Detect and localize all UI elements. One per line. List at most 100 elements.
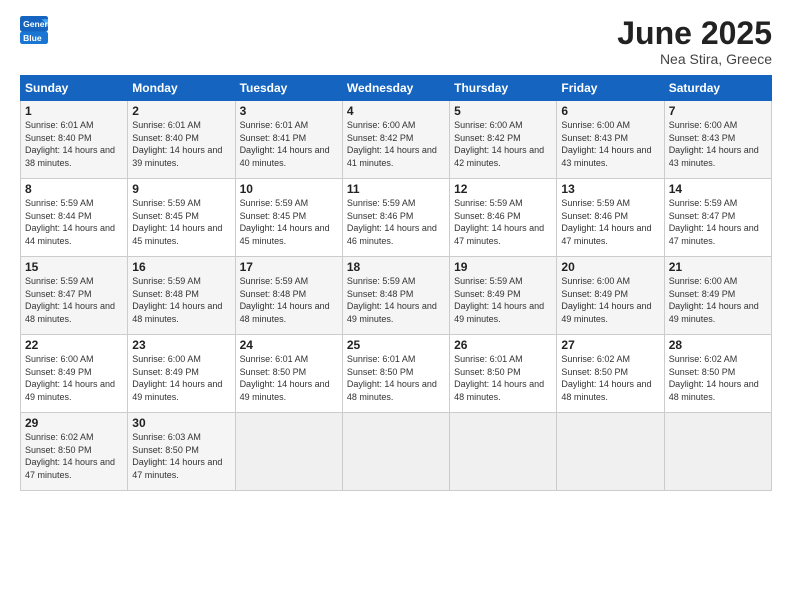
- subtitle: Nea Stira, Greece: [617, 51, 772, 67]
- table-row: [235, 413, 342, 491]
- day-info: Sunrise: 6:00 AMSunset: 8:49 PMDaylight:…: [669, 276, 759, 324]
- table-row: 2 Sunrise: 6:01 AMSunset: 8:40 PMDaylight…: [128, 101, 235, 179]
- table-row: 18 Sunrise: 5:59 AMSunset: 8:48 PMDayligh…: [342, 257, 449, 335]
- day-number: 12: [454, 182, 552, 196]
- table-row: 25 Sunrise: 6:01 AMSunset: 8:50 PMDayligh…: [342, 335, 449, 413]
- calendar-row: 1 Sunrise: 6:01 AMSunset: 8:40 PMDaylight…: [21, 101, 772, 179]
- table-row: [450, 413, 557, 491]
- day-info: Sunrise: 6:02 AMSunset: 8:50 PMDaylight:…: [561, 354, 651, 402]
- day-info: Sunrise: 6:03 AMSunset: 8:50 PMDaylight:…: [132, 432, 222, 480]
- table-row: [557, 413, 664, 491]
- table-row: 21 Sunrise: 6:00 AMSunset: 8:49 PMDayligh…: [664, 257, 771, 335]
- day-info: Sunrise: 6:00 AMSunset: 8:43 PMDaylight:…: [561, 120, 651, 168]
- day-info: Sunrise: 6:01 AMSunset: 8:50 PMDaylight:…: [347, 354, 437, 402]
- table-row: 12 Sunrise: 5:59 AMSunset: 8:46 PMDayligh…: [450, 179, 557, 257]
- table-row: 4 Sunrise: 6:00 AMSunset: 8:42 PMDaylight…: [342, 101, 449, 179]
- page: General Blue June 2025 Nea Stira, Greece…: [0, 0, 792, 612]
- table-row: 14Sunrise: 5:59 AMSunset: 8:47 PMDayligh…: [664, 179, 771, 257]
- table-row: 3 Sunrise: 6:01 AMSunset: 8:41 PMDaylight…: [235, 101, 342, 179]
- day-number: 15: [25, 260, 123, 274]
- day-info: Sunrise: 5:59 AMSunset: 8:45 PMDaylight:…: [132, 198, 222, 246]
- calendar-row: 8 Sunrise: 5:59 AMSunset: 8:44 PMDaylight…: [21, 179, 772, 257]
- day-number: 3: [240, 104, 338, 118]
- day-number: 30: [132, 416, 230, 430]
- day-number: 22: [25, 338, 123, 352]
- day-info: Sunrise: 5:59 AMSunset: 8:48 PMDaylight:…: [347, 276, 437, 324]
- table-row: 26 Sunrise: 6:01 AMSunset: 8:50 PMDayligh…: [450, 335, 557, 413]
- col-thursday: Thursday: [450, 76, 557, 101]
- table-row: 10 Sunrise: 5:59 AMSunset: 8:45 PMDayligh…: [235, 179, 342, 257]
- day-number: 27: [561, 338, 659, 352]
- day-number: 2: [132, 104, 230, 118]
- calendar-row: 22 Sunrise: 6:00 AMSunset: 8:49 PMDayligh…: [21, 335, 772, 413]
- day-number: 10: [240, 182, 338, 196]
- title-block: June 2025 Nea Stira, Greece: [617, 16, 772, 67]
- logo-icon: General Blue: [20, 16, 48, 44]
- day-number: 4: [347, 104, 445, 118]
- table-row: 1Sunrise: 6:01 AMSunset: 8:40 PMDaylight…: [21, 101, 128, 179]
- day-number: 21: [669, 260, 767, 274]
- table-row: 28Sunrise: 6:02 AMSunset: 8:50 PMDayligh…: [664, 335, 771, 413]
- day-info: Sunrise: 6:00 AMSunset: 8:49 PMDaylight:…: [25, 354, 115, 402]
- day-info: Sunrise: 5:59 AMSunset: 8:46 PMDaylight:…: [347, 198, 437, 246]
- col-monday: Monday: [128, 76, 235, 101]
- header-row: Sunday Monday Tuesday Wednesday Thursday…: [21, 76, 772, 101]
- day-number: 13: [561, 182, 659, 196]
- day-number: 24: [240, 338, 338, 352]
- header: General Blue June 2025 Nea Stira, Greece: [20, 16, 772, 67]
- day-number: 7: [669, 104, 767, 118]
- day-info: Sunrise: 6:01 AMSunset: 8:50 PMDaylight:…: [454, 354, 544, 402]
- table-row: [342, 413, 449, 491]
- table-row: 9 Sunrise: 5:59 AMSunset: 8:45 PMDaylight…: [128, 179, 235, 257]
- table-row: 20 Sunrise: 6:00 AMSunset: 8:49 PMDayligh…: [557, 257, 664, 335]
- table-row: 11Sunrise: 5:59 AMSunset: 8:46 PMDayligh…: [342, 179, 449, 257]
- table-row: 6 Sunrise: 6:00 AMSunset: 8:43 PMDaylight…: [557, 101, 664, 179]
- calendar-row: 15 Sunrise: 5:59 AMSunset: 8:47 PMDayligh…: [21, 257, 772, 335]
- day-info: Sunrise: 6:00 AMSunset: 8:42 PMDaylight:…: [347, 120, 437, 168]
- day-info: Sunrise: 5:59 AMSunset: 8:46 PMDaylight:…: [454, 198, 544, 246]
- table-row: 27 Sunrise: 6:02 AMSunset: 8:50 PMDayligh…: [557, 335, 664, 413]
- day-number: 16: [132, 260, 230, 274]
- table-row: 17Sunrise: 5:59 AMSunset: 8:48 PMDayligh…: [235, 257, 342, 335]
- day-number: 14: [669, 182, 767, 196]
- table-row: 5Sunrise: 6:00 AMSunset: 8:42 PMDaylight…: [450, 101, 557, 179]
- day-number: 9: [132, 182, 230, 196]
- day-number: 20: [561, 260, 659, 274]
- day-number: 8: [25, 182, 123, 196]
- day-info: Sunrise: 5:59 AMSunset: 8:44 PMDaylight:…: [25, 198, 115, 246]
- day-number: 23: [132, 338, 230, 352]
- day-info: Sunrise: 6:01 AMSunset: 8:41 PMDaylight:…: [240, 120, 330, 168]
- day-info: Sunrise: 5:59 AMSunset: 8:47 PMDaylight:…: [25, 276, 115, 324]
- col-friday: Friday: [557, 76, 664, 101]
- day-info: Sunrise: 6:02 AMSunset: 8:50 PMDaylight:…: [669, 354, 759, 402]
- table-row: 13Sunrise: 5:59 AMSunset: 8:46 PMDayligh…: [557, 179, 664, 257]
- col-sunday: Sunday: [21, 76, 128, 101]
- table-row: 15 Sunrise: 5:59 AMSunset: 8:47 PMDayligh…: [21, 257, 128, 335]
- table-row: 24 Sunrise: 6:01 AMSunset: 8:50 PMDayligh…: [235, 335, 342, 413]
- day-info: Sunrise: 5:59 AMSunset: 8:45 PMDaylight:…: [240, 198, 330, 246]
- day-number: 18: [347, 260, 445, 274]
- day-info: Sunrise: 6:01 AMSunset: 8:50 PMDaylight:…: [240, 354, 330, 402]
- day-number: 26: [454, 338, 552, 352]
- table-row: 29Sunrise: 6:02 AMSunset: 8:50 PMDayligh…: [21, 413, 128, 491]
- day-info: Sunrise: 6:00 AMSunset: 8:49 PMDaylight:…: [132, 354, 222, 402]
- day-number: 25: [347, 338, 445, 352]
- month-title: June 2025: [617, 16, 772, 51]
- day-number: 1: [25, 104, 123, 118]
- day-info: Sunrise: 5:59 AMSunset: 8:49 PMDaylight:…: [454, 276, 544, 324]
- table-row: 22 Sunrise: 6:00 AMSunset: 8:49 PMDayligh…: [21, 335, 128, 413]
- day-number: 6: [561, 104, 659, 118]
- svg-text:General: General: [23, 19, 48, 29]
- table-row: 23 Sunrise: 6:00 AMSunset: 8:49 PMDayligh…: [128, 335, 235, 413]
- col-wednesday: Wednesday: [342, 76, 449, 101]
- day-info: Sunrise: 6:00 AMSunset: 8:49 PMDaylight:…: [561, 276, 651, 324]
- table-row: 30 Sunrise: 6:03 AMSunset: 8:50 PMDayligh…: [128, 413, 235, 491]
- calendar-table: Sunday Monday Tuesday Wednesday Thursday…: [20, 75, 772, 491]
- day-info: Sunrise: 6:01 AMSunset: 8:40 PMDaylight:…: [132, 120, 222, 168]
- table-row: 8 Sunrise: 5:59 AMSunset: 8:44 PMDaylight…: [21, 179, 128, 257]
- table-row: 19Sunrise: 5:59 AMSunset: 8:49 PMDayligh…: [450, 257, 557, 335]
- day-info: Sunrise: 6:00 AMSunset: 8:42 PMDaylight:…: [454, 120, 544, 168]
- table-row: [664, 413, 771, 491]
- day-number: 17: [240, 260, 338, 274]
- day-info: Sunrise: 6:00 AMSunset: 8:43 PMDaylight:…: [669, 120, 759, 168]
